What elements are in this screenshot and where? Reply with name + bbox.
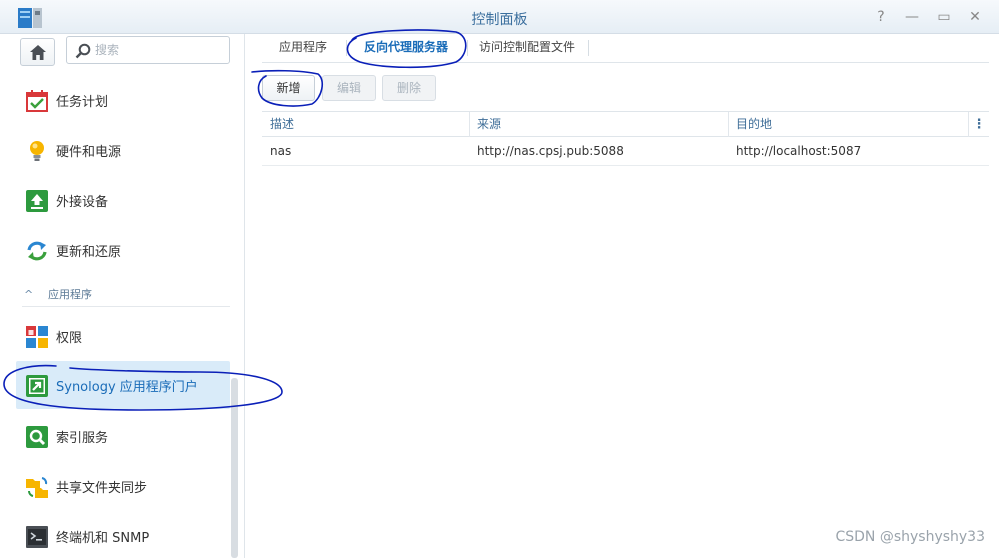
cell-source: http://nas.cpsj.pub:5088 (477, 144, 624, 158)
sidebar-item-label: 更新和还原 (56, 245, 122, 260)
chevron-up-icon: ^ (24, 288, 34, 301)
tab-access-control-profiles[interactable]: 访问控制配置文件 (474, 34, 580, 60)
column-header-destination[interactable]: 目的地 (728, 112, 968, 137)
minimize-button[interactable]: — (902, 7, 922, 27)
sidebar-item-label: 外接设备 (56, 195, 109, 210)
index-search-icon (26, 426, 48, 448)
delete-button[interactable]: 删除 (382, 75, 436, 101)
edit-button[interactable]: 编辑 (322, 75, 376, 101)
section-header-applications[interactable]: ^ 应用程序 (22, 285, 230, 307)
grid-header: 描述 来源 目的地 ⋮ (262, 111, 989, 137)
sidebar-item-external-devices[interactable]: 外接设备 (16, 176, 230, 224)
column-header-description[interactable]: 描述 (262, 112, 469, 137)
home-button[interactable] (20, 38, 55, 66)
refresh-icon (27, 241, 47, 261)
permissions-icon (26, 326, 48, 348)
sidebar-item-indexing-service[interactable]: 索引服务 (16, 412, 230, 460)
add-button[interactable]: 新增 (262, 75, 315, 101)
sidebar-item-permissions[interactable]: 权限 (16, 312, 230, 360)
sidebar-item-label: 硬件和电源 (56, 145, 122, 160)
watermark: CSDN @shyshyshy33 (835, 529, 985, 545)
sidebar-item-label: 共享文件夹同步 (56, 481, 148, 496)
tab-divider (346, 40, 347, 56)
sidebar-item-label: 权限 (56, 331, 83, 346)
tab-applications[interactable]: 应用程序 (270, 34, 336, 60)
section-header-label: 应用程序 (48, 288, 92, 301)
sidebar-item-label: 任务计划 (56, 95, 109, 110)
sidebar-item-terminal-snmp[interactable]: 终端机和 SNMP (16, 512, 230, 558)
sidebar-item-hardware-power[interactable]: 硬件和电源 (16, 126, 230, 174)
search-icon (75, 43, 91, 59)
table-row[interactable]: nas http://nas.cpsj.pub:5088 http://loca… (262, 138, 989, 166)
search-field[interactable] (66, 36, 230, 64)
tab-divider (467, 40, 468, 56)
sidebar-item-task-scheduler[interactable]: 任务计划 (16, 76, 230, 124)
sidebar-item-label: 索引服务 (56, 431, 109, 446)
sidebar-item-shared-folder-sync[interactable]: 共享文件夹同步 (16, 462, 230, 510)
close-button[interactable]: ✕ (965, 7, 985, 27)
column-header-source[interactable]: 来源 (469, 112, 728, 137)
folder-sync-icon (26, 477, 48, 498)
column-menu-icon[interactable]: ⋮ (971, 112, 987, 137)
tabs-divider (262, 62, 989, 63)
home-icon (30, 45, 46, 60)
cell-destination: http://localhost:5087 (736, 144, 862, 158)
column-divider[interactable] (968, 112, 969, 137)
tab-reverse-proxy[interactable]: 反向代理服务器 (354, 34, 458, 60)
lightbulb-icon (30, 141, 44, 161)
sidebar-item-application-portal[interactable]: Synology 应用程序门户 (16, 361, 230, 409)
help-button[interactable]: ? (871, 7, 891, 27)
sidebar-item-label: Synology 应用程序门户 (56, 380, 198, 395)
sidebar-scrollbar[interactable] (231, 378, 238, 558)
cell-description: nas (270, 144, 292, 158)
sidebar-item-update-restore[interactable]: 更新和还原 (16, 226, 230, 274)
maximize-button[interactable]: ▭ (934, 7, 954, 27)
window-title: 控制面板 (471, 12, 528, 28)
sidebar-item-label: 终端机和 SNMP (56, 531, 150, 546)
search-input[interactable] (95, 41, 221, 59)
portal-icon (26, 375, 48, 397)
tab-divider (588, 40, 589, 56)
terminal-icon (26, 526, 48, 548)
window-titlebar: 控制面板 ? — ▭ ✕ (0, 0, 999, 34)
upload-icon (26, 190, 48, 212)
calendar-check-icon (26, 90, 48, 112)
sidebar: 任务计划 硬件和电源 外接设备 更新和还原 ^ 应用程序 (0, 34, 245, 558)
